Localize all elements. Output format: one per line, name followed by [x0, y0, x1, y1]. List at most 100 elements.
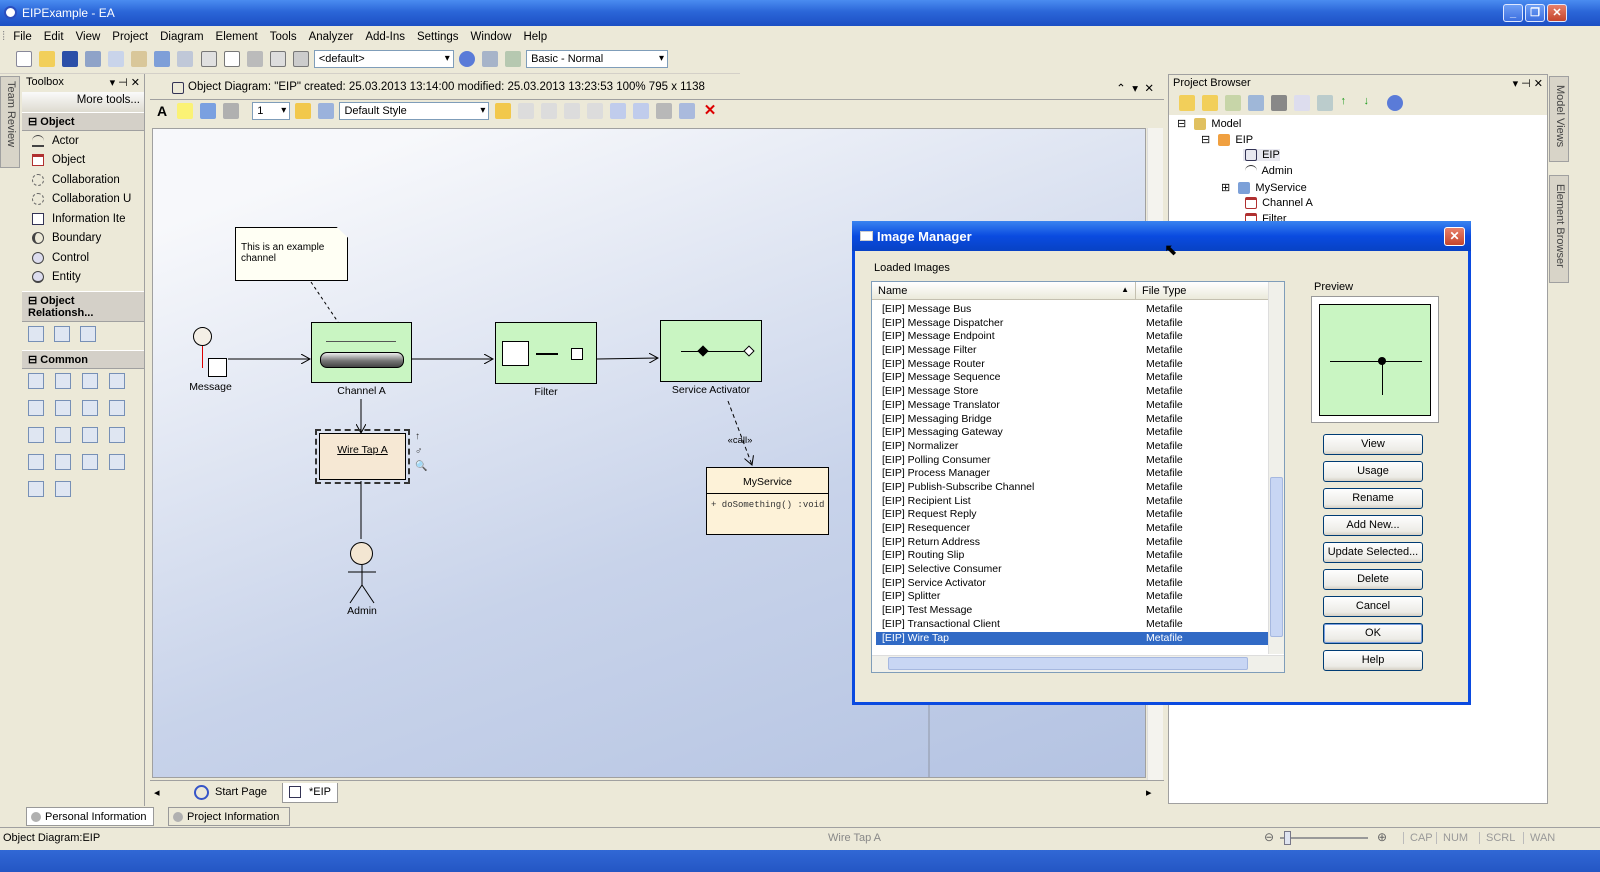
font-icon[interactable]: A — [154, 103, 170, 119]
zoom-in-icon[interactable]: ⊕ — [1377, 830, 1387, 844]
workspace-icon[interactable] — [505, 51, 521, 67]
myservice-class[interactable]: MyService + doSomething() :void — [706, 467, 829, 535]
image-row[interactable]: [EIP] Test Message Metafile — [876, 604, 1268, 618]
menu-diagram[interactable]: Diagram — [154, 28, 209, 46]
align-top-icon[interactable] — [563, 103, 580, 119]
delete-icon[interactable]: ✕ — [702, 103, 718, 119]
image-row[interactable]: [EIP] Message Bus Metafile — [876, 303, 1268, 317]
view-button[interactable]: View — [1323, 434, 1423, 455]
menu-addins[interactable]: Add-Ins — [359, 28, 411, 46]
search-icon[interactable] — [292, 51, 309, 67]
image-row[interactable]: [EIP] Message Router Metafile — [876, 358, 1268, 372]
list-vertical-scrollbar[interactable] — [1268, 282, 1284, 654]
tools-icon[interactable] — [1317, 95, 1334, 111]
admin-head-icon[interactable] — [350, 542, 373, 565]
tree-channel-a[interactable]: Channel A — [1243, 197, 1313, 210]
more-tools-button[interactable]: More tools... — [22, 92, 144, 112]
align-bottom-icon[interactable] — [586, 103, 603, 119]
tool-boundary[interactable]: Boundary — [22, 229, 144, 249]
tree-model[interactable]: ⊟ Model — [1177, 117, 1241, 131]
issue-icon[interactable] — [55, 427, 71, 443]
auto-route-icon[interactable] — [679, 103, 695, 119]
format-icon[interactable] — [494, 103, 511, 119]
save-icon[interactable] — [62, 51, 79, 67]
image-row[interactable]: [EIP] Request Reply Metafile — [876, 508, 1268, 522]
image-row[interactable]: [EIP] Transactional Client Metafile — [876, 618, 1268, 632]
tab-personal-information[interactable]: Personal Information — [26, 807, 154, 826]
image-row[interactable]: [EIP] Message Filter Metafile — [876, 344, 1268, 358]
tree-eip-diagram[interactable]: EIP — [1243, 149, 1280, 162]
move-up-icon[interactable]: ↑ — [1340, 95, 1356, 111]
dependency-icon[interactable] — [28, 326, 44, 342]
line-icon[interactable] — [55, 481, 71, 497]
image-row[interactable]: [EIP] Message Dispatcher Metafile — [876, 317, 1268, 331]
tab-eip[interactable]: *EIP — [282, 783, 338, 803]
properties-icon[interactable] — [1294, 95, 1311, 111]
restore-button[interactable]: ❐ — [1525, 4, 1545, 22]
highlight-icon[interactable] — [177, 103, 194, 119]
image-row[interactable]: [EIP] Wire Tap Metafile — [876, 631, 1268, 646]
picker-icon[interactable] — [318, 103, 335, 119]
tool-information-item[interactable]: Information Ite — [22, 209, 144, 229]
open-icon[interactable] — [39, 51, 56, 67]
package-icon[interactable] — [55, 373, 71, 389]
artifact-icon[interactable] — [82, 400, 98, 416]
vertical-scroll-thumb[interactable] — [1270, 477, 1283, 637]
toolbox-section-relationships[interactable]: ⊟ Object Relationsh... — [22, 291, 144, 322]
image-row[interactable]: [EIP] Publish-Subscribe Channel Metafile — [876, 481, 1268, 495]
image-row[interactable]: [EIP] Return Address Metafile — [876, 536, 1268, 550]
note-element[interactable]: This is an example channel — [235, 227, 348, 281]
image-row[interactable]: [EIP] Routing Slip Metafile — [876, 549, 1268, 563]
message-circle-icon[interactable] — [193, 327, 212, 346]
file-icon[interactable] — [109, 400, 125, 416]
link-icon[interactable] — [82, 454, 98, 470]
add-new-button[interactable]: Add New... — [1323, 515, 1423, 536]
menu-help[interactable]: Help — [517, 28, 553, 46]
page-icon[interactable] — [223, 51, 240, 67]
tab-start-page[interactable]: Start Page — [190, 783, 272, 803]
message-box[interactable] — [208, 358, 227, 377]
menu-element[interactable]: Element — [210, 28, 264, 46]
redo-icon[interactable] — [177, 51, 194, 67]
tool-actor[interactable]: Actor — [22, 131, 144, 151]
image-row[interactable]: [EIP] Messaging Bridge Metafile — [876, 413, 1268, 427]
image-row[interactable]: [EIP] Message Store Metafile — [876, 385, 1268, 399]
brush-icon[interactable] — [295, 103, 312, 119]
dialog-title-bar[interactable]: Image Manager ✕ — [852, 221, 1471, 251]
image-row[interactable]: [EIP] Messaging Gateway Metafile — [876, 426, 1268, 440]
new-package-icon[interactable] — [1179, 95, 1195, 111]
toolbox-close-icon[interactable]: ▾ ⊣ ✕ — [110, 76, 140, 90]
usage-button[interactable]: Usage — [1323, 461, 1423, 482]
trace-icon[interactable] — [55, 454, 71, 470]
column-name[interactable]: Name ▲ — [872, 282, 1136, 299]
service-activator-element[interactable] — [660, 320, 762, 382]
element-browser-tab[interactable]: Element Browser — [1549, 175, 1569, 283]
tool-control[interactable]: Control — [22, 248, 144, 268]
image-row[interactable]: [EIP] Polling Consumer Metafile — [876, 454, 1268, 468]
image-row[interactable]: [EIP] Selective Consumer Metafile — [876, 563, 1268, 577]
menu-settings[interactable]: Settings — [411, 28, 465, 46]
image-row[interactable]: [EIP] Resequencer Metafile — [876, 522, 1268, 536]
same-size-icon[interactable] — [609, 103, 626, 119]
cut-icon[interactable] — [85, 51, 102, 67]
layout-icon[interactable] — [481, 51, 498, 67]
wire-tap-element[interactable]: Wire Tap A — [315, 429, 410, 484]
new-element-icon[interactable] — [1248, 95, 1265, 111]
fill-color-icon[interactable] — [200, 103, 217, 119]
tab-project-information[interactable]: Project Information — [168, 807, 290, 826]
image-row[interactable]: [EIP] Message Translator Metafile — [876, 399, 1268, 413]
update-selected-button[interactable]: Update Selected... — [1323, 542, 1423, 563]
image-row[interactable]: [EIP] Normalizer Metafile — [876, 440, 1268, 454]
tree-eip-package[interactable]: ⊟ EIP — [1201, 133, 1253, 147]
toolbox-section-object[interactable]: ⊟ Object — [22, 112, 144, 131]
tree-myservice[interactable]: ⊞ MyService — [1221, 181, 1307, 195]
menu-window[interactable]: Window — [465, 28, 518, 46]
menu-edit[interactable]: Edit — [38, 28, 70, 46]
model-views-tab[interactable]: Model Views — [1549, 76, 1569, 162]
text-icon[interactable] — [82, 373, 98, 389]
new-diagram-icon[interactable] — [1225, 95, 1242, 111]
tool-entity[interactable]: Entity — [22, 268, 144, 288]
menu-view[interactable]: View — [70, 28, 107, 46]
tool-collaboration[interactable]: Collaboration — [22, 170, 144, 190]
help-button[interactable]: Help — [1323, 650, 1423, 671]
